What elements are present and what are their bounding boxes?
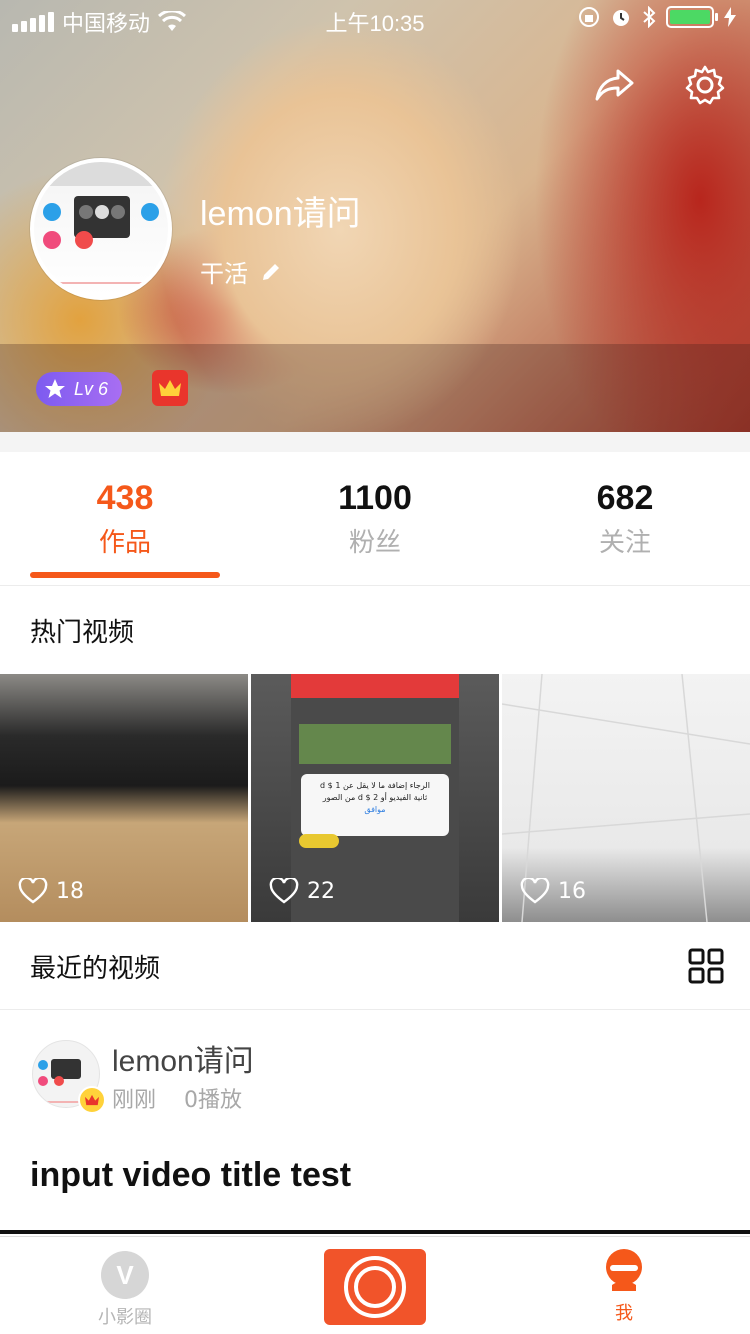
- status-right: [578, 6, 736, 28]
- avatar-image: [34, 162, 168, 296]
- profile-bio-row[interactable]: 干活: [200, 254, 282, 289]
- video-thumbnail[interactable]: 18: [0, 674, 248, 922]
- status-bar: 中国移动 上午10:35: [0, 0, 750, 40]
- like-count: 16: [520, 878, 586, 904]
- tab-fans[interactable]: 1100 粉丝: [250, 452, 500, 585]
- rotation-lock-icon: [579, 7, 599, 27]
- recent-videos-header: 最近的视频: [0, 922, 750, 1010]
- star-icon: [45, 379, 65, 398]
- crown-icon: [85, 1094, 99, 1106]
- profile-avatar[interactable]: [30, 158, 172, 300]
- post-vip-badge: [78, 1086, 106, 1114]
- header-actions: [594, 64, 726, 106]
- profile-name: lemon请问: [200, 195, 361, 233]
- settings-button[interactable]: [684, 64, 726, 106]
- circle-icon: V: [101, 1251, 149, 1299]
- level-label: Lv 6: [74, 378, 109, 399]
- like-count: 18: [18, 878, 84, 904]
- settings-icon: [685, 65, 725, 105]
- stats-tabs: 438 作品 1100 粉丝 682 关注: [0, 452, 750, 586]
- profile-icon: [606, 1249, 642, 1291]
- profile-bio: 干活: [200, 260, 248, 288]
- heart-icon: [18, 878, 48, 904]
- heart-icon: [269, 878, 299, 904]
- fans-label: 粉丝: [348, 528, 401, 558]
- post-title[interactable]: input video title test: [30, 1156, 351, 1195]
- record-icon: [344, 1256, 406, 1318]
- hot-videos-grid: 18 الرجاء إضافة ما لا يقل عن 1 $ d ثانية …: [0, 674, 750, 922]
- post-meta: 刚刚 0播放: [112, 1082, 242, 1114]
- battery-icon: [666, 6, 718, 28]
- alarm-icon: [613, 10, 629, 26]
- vip-badge[interactable]: [152, 370, 188, 406]
- post-time: 刚刚: [112, 1088, 157, 1113]
- nav-item-me[interactable]: 我: [564, 1237, 684, 1325]
- nav-label-circle: 小影圈: [98, 1307, 152, 1328]
- nav-label-me: 我: [615, 1303, 633, 1324]
- tab-works[interactable]: 438 作品: [0, 452, 250, 585]
- tab-following[interactable]: 682 关注: [500, 452, 750, 585]
- like-count: 22: [269, 878, 335, 904]
- hot-videos-title: 热门视频: [30, 618, 135, 648]
- video-thumbnail[interactable]: الرجاء إضافة ما لا يقل عن 1 $ d ثانية الف…: [251, 674, 499, 922]
- recent-videos-title: 最近的视频: [30, 954, 161, 984]
- works-count: 438: [96, 479, 154, 517]
- share-button[interactable]: [594, 64, 636, 106]
- active-tab-indicator: [30, 572, 220, 578]
- post-author-name[interactable]: lemon请问: [112, 1036, 254, 1080]
- video-thumbnail[interactable]: 16: [502, 674, 750, 922]
- following-label: 关注: [598, 528, 651, 558]
- heart-icon: [520, 878, 550, 904]
- grid-icon: [688, 948, 724, 984]
- post-plays: 0播放: [184, 1088, 243, 1113]
- fans-count: 1100: [338, 479, 412, 517]
- charging-icon: [724, 7, 736, 27]
- bottom-nav: V 小影圈 我: [0, 1236, 750, 1334]
- grid-view-button[interactable]: [688, 948, 724, 988]
- crown-icon: [159, 380, 181, 396]
- bluetooth-icon: [643, 6, 656, 28]
- following-count: 682: [596, 479, 654, 517]
- level-badge[interactable]: Lv 6: [36, 372, 123, 406]
- post-divider: [0, 1230, 750, 1234]
- share-icon: [595, 69, 634, 101]
- section-gap: [0, 432, 750, 452]
- edit-icon: [263, 263, 279, 280]
- record-button[interactable]: [324, 1249, 426, 1325]
- works-label: 作品: [98, 528, 151, 558]
- nav-item-circle[interactable]: V 小影圈: [65, 1237, 185, 1329]
